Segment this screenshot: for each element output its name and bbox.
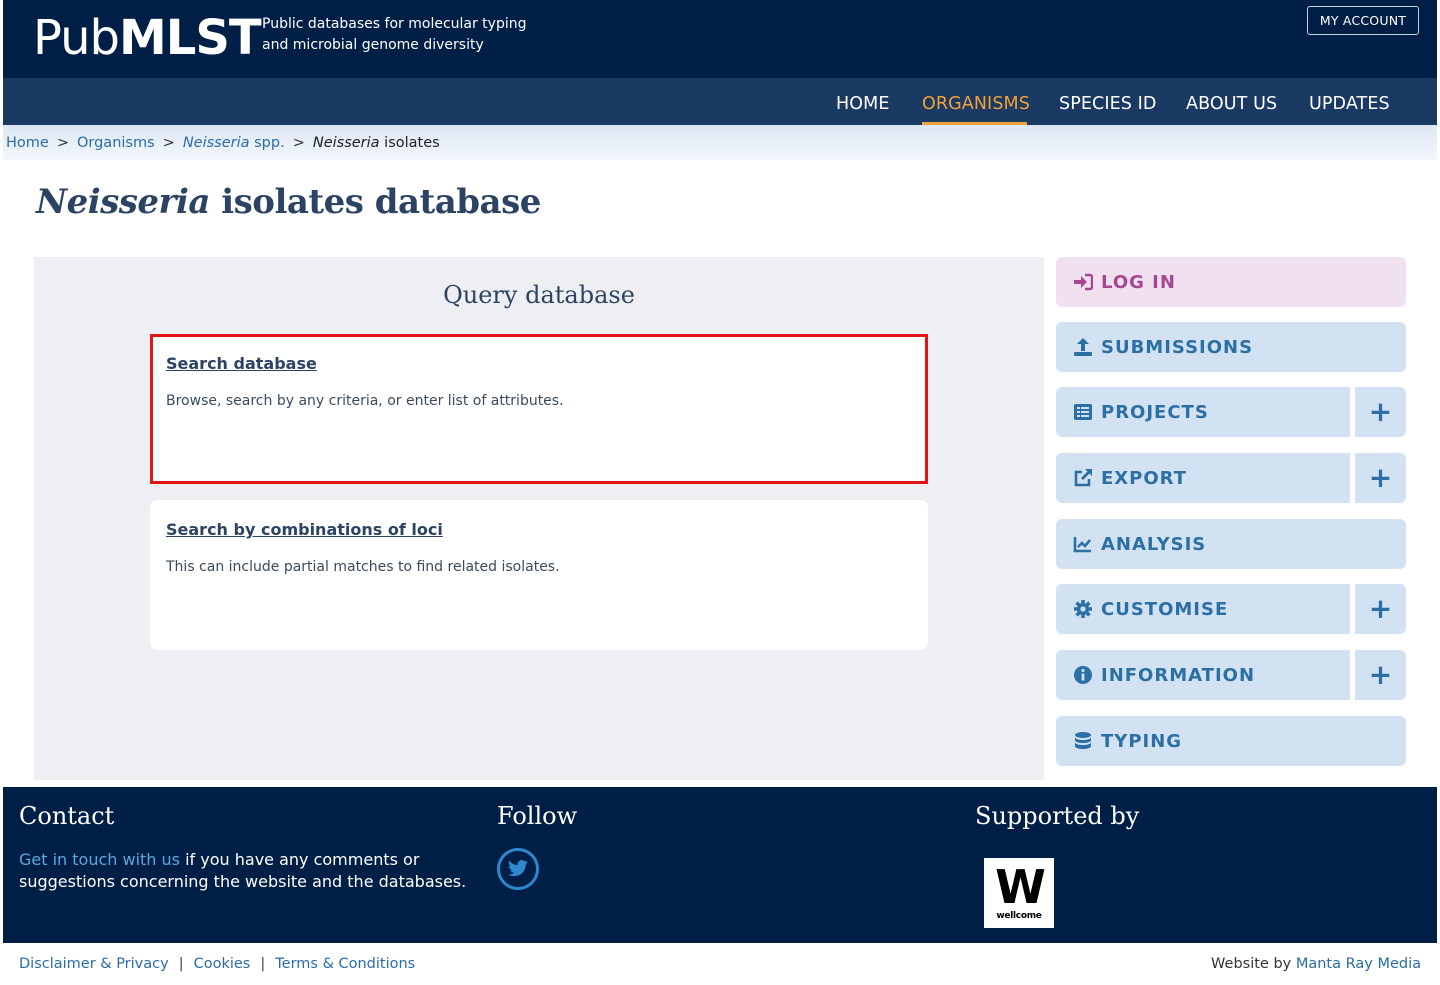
legal-separator: | (260, 956, 266, 972)
database-icon (1073, 731, 1093, 751)
page-title-italic: Neisseria (36, 182, 210, 222)
search-loci-description: This can include partial matches to find… (166, 559, 560, 575)
search-loci-card[interactable]: Search by combinations of loci This can … (150, 500, 928, 650)
plus-icon: + (1368, 592, 1393, 625)
site-tagline: Public databases for molecular typing an… (262, 14, 527, 56)
sidebar-export[interactable]: EXPORT (1056, 453, 1350, 503)
breadcrumb-current-suffix: isolates (384, 135, 440, 151)
sidebar-login[interactable]: LOG IN (1056, 257, 1406, 307)
contact-text: Get in touch with us if you have any com… (19, 849, 489, 893)
sidebar-projects[interactable]: PROJECTS (1056, 387, 1350, 437)
plus-icon: + (1368, 461, 1393, 494)
legal-links: Disclaimer & Privacy | Cookies | Terms & Con… (19, 956, 415, 972)
twitter-icon[interactable] (497, 848, 539, 890)
wellcome-logo-text: wellcome (996, 911, 1042, 921)
query-panel-title: Query database (443, 281, 635, 309)
sign-in-icon (1073, 272, 1093, 292)
line-chart-icon (1073, 534, 1093, 554)
breadcrumb-genus-suffix: spp. (254, 135, 285, 151)
page-title: Neisseria isolates database (36, 182, 541, 222)
breadcrumb: Home > Organisms > Neisseria spp. > Neisseria … (3, 125, 1437, 160)
query-panel: Query database Search database Browse, s… (34, 257, 1044, 780)
sidebar-projects-label: PROJECTS (1101, 401, 1209, 423)
wellcome-logo[interactable]: W wellcome (984, 858, 1054, 928)
contact-link[interactable]: Get in touch with us (19, 850, 180, 869)
sidebar-analysis-label: ANALYSIS (1101, 533, 1207, 555)
page-title-rest: isolates database (221, 182, 541, 222)
upload-icon (1073, 337, 1093, 357)
sidebar-typing[interactable]: TYPING (1056, 716, 1406, 766)
sidebar-analysis[interactable]: ANALYSIS (1056, 519, 1406, 569)
gear-icon (1073, 599, 1093, 619)
breadcrumb-separator: > (162, 135, 175, 151)
information-expand-button[interactable]: + (1355, 650, 1406, 700)
terms-conditions-link[interactable]: Terms & Conditions (275, 956, 415, 972)
sidebar-login-label: LOG IN (1101, 271, 1176, 293)
disclaimer-privacy-link[interactable]: Disclaimer & Privacy (19, 956, 169, 972)
tagline-line-2: and microbial genome diversity (262, 37, 484, 53)
breadcrumb-current: Neisseria isolates (313, 135, 440, 151)
nav-updates[interactable]: UPDATES (1309, 94, 1390, 114)
cookies-link[interactable]: Cookies (194, 956, 251, 972)
breadcrumb-separator: > (292, 135, 305, 151)
footer: Contact Get in touch with us if you have… (3, 787, 1437, 943)
supported-heading: Supported by (975, 802, 1140, 830)
logo-bold-text: MLST (119, 10, 262, 66)
breadcrumb-genus[interactable]: Neisseria spp. (183, 135, 285, 151)
projects-expand-button[interactable]: + (1355, 387, 1406, 437)
info-icon (1073, 665, 1093, 685)
credit-prefix: Website by (1211, 956, 1296, 972)
search-database-description: Browse, search by any criteria, or enter… (166, 393, 564, 409)
plus-icon: + (1368, 395, 1393, 428)
top-header: PubMLST Public databases for molecular t… (3, 0, 1437, 78)
breadcrumb-home[interactable]: Home (6, 135, 49, 151)
breadcrumb-separator: > (56, 135, 69, 151)
sidebar-customise-label: CUSTOMISE (1101, 598, 1229, 620)
contact-heading: Contact (19, 802, 115, 830)
nav-home[interactable]: HOME (836, 94, 890, 114)
follow-heading: Follow (497, 802, 578, 830)
tagline-line-1: Public databases for molecular typing (262, 16, 527, 32)
external-link-icon (1073, 468, 1093, 488)
search-database-card[interactable]: Search database Browse, search by any cr… (150, 334, 928, 484)
sidebar-information[interactable]: INFORMATION (1056, 650, 1350, 700)
list-icon (1073, 402, 1093, 422)
breadcrumb-genus-italic: Neisseria (182, 135, 250, 151)
breadcrumb-organisms[interactable]: Organisms (77, 135, 155, 151)
search-loci-link[interactable]: Search by combinations of loci (166, 520, 443, 539)
legal-separator: | (178, 956, 184, 972)
wellcome-logo-letter: W (995, 860, 1046, 914)
nav-organisms[interactable]: ORGANISMS (922, 94, 1030, 114)
my-account-button[interactable]: MY ACCOUNT (1307, 6, 1419, 35)
breadcrumb-current-italic: Neisseria (312, 135, 380, 151)
plus-icon: + (1368, 658, 1393, 691)
nav-about-us[interactable]: ABOUT US (1186, 94, 1277, 114)
search-database-link[interactable]: Search database (166, 354, 317, 373)
site-credit: Website by Manta Ray Media (1211, 956, 1421, 972)
sidebar-information-label: INFORMATION (1101, 664, 1256, 686)
sidebar-export-label: EXPORT (1101, 467, 1187, 489)
sidebar-customise[interactable]: CUSTOMISE (1056, 584, 1350, 634)
pubmlst-logo[interactable]: PubMLST (33, 8, 262, 68)
main-nav: HOME ORGANISMS SPECIES ID ABOUT US UPDAT… (3, 78, 1437, 125)
sidebar-submissions[interactable]: SUBMISSIONS (1056, 322, 1406, 372)
export-expand-button[interactable]: + (1355, 453, 1406, 503)
customise-expand-button[interactable]: + (1355, 584, 1406, 634)
nav-species-id[interactable]: SPECIES ID (1059, 94, 1156, 114)
logo-light-text: Pub (33, 10, 120, 66)
sidebar-submissions-label: SUBMISSIONS (1101, 336, 1254, 358)
sidebar-typing-label: TYPING (1101, 730, 1183, 752)
credit-link[interactable]: Manta Ray Media (1296, 956, 1421, 972)
